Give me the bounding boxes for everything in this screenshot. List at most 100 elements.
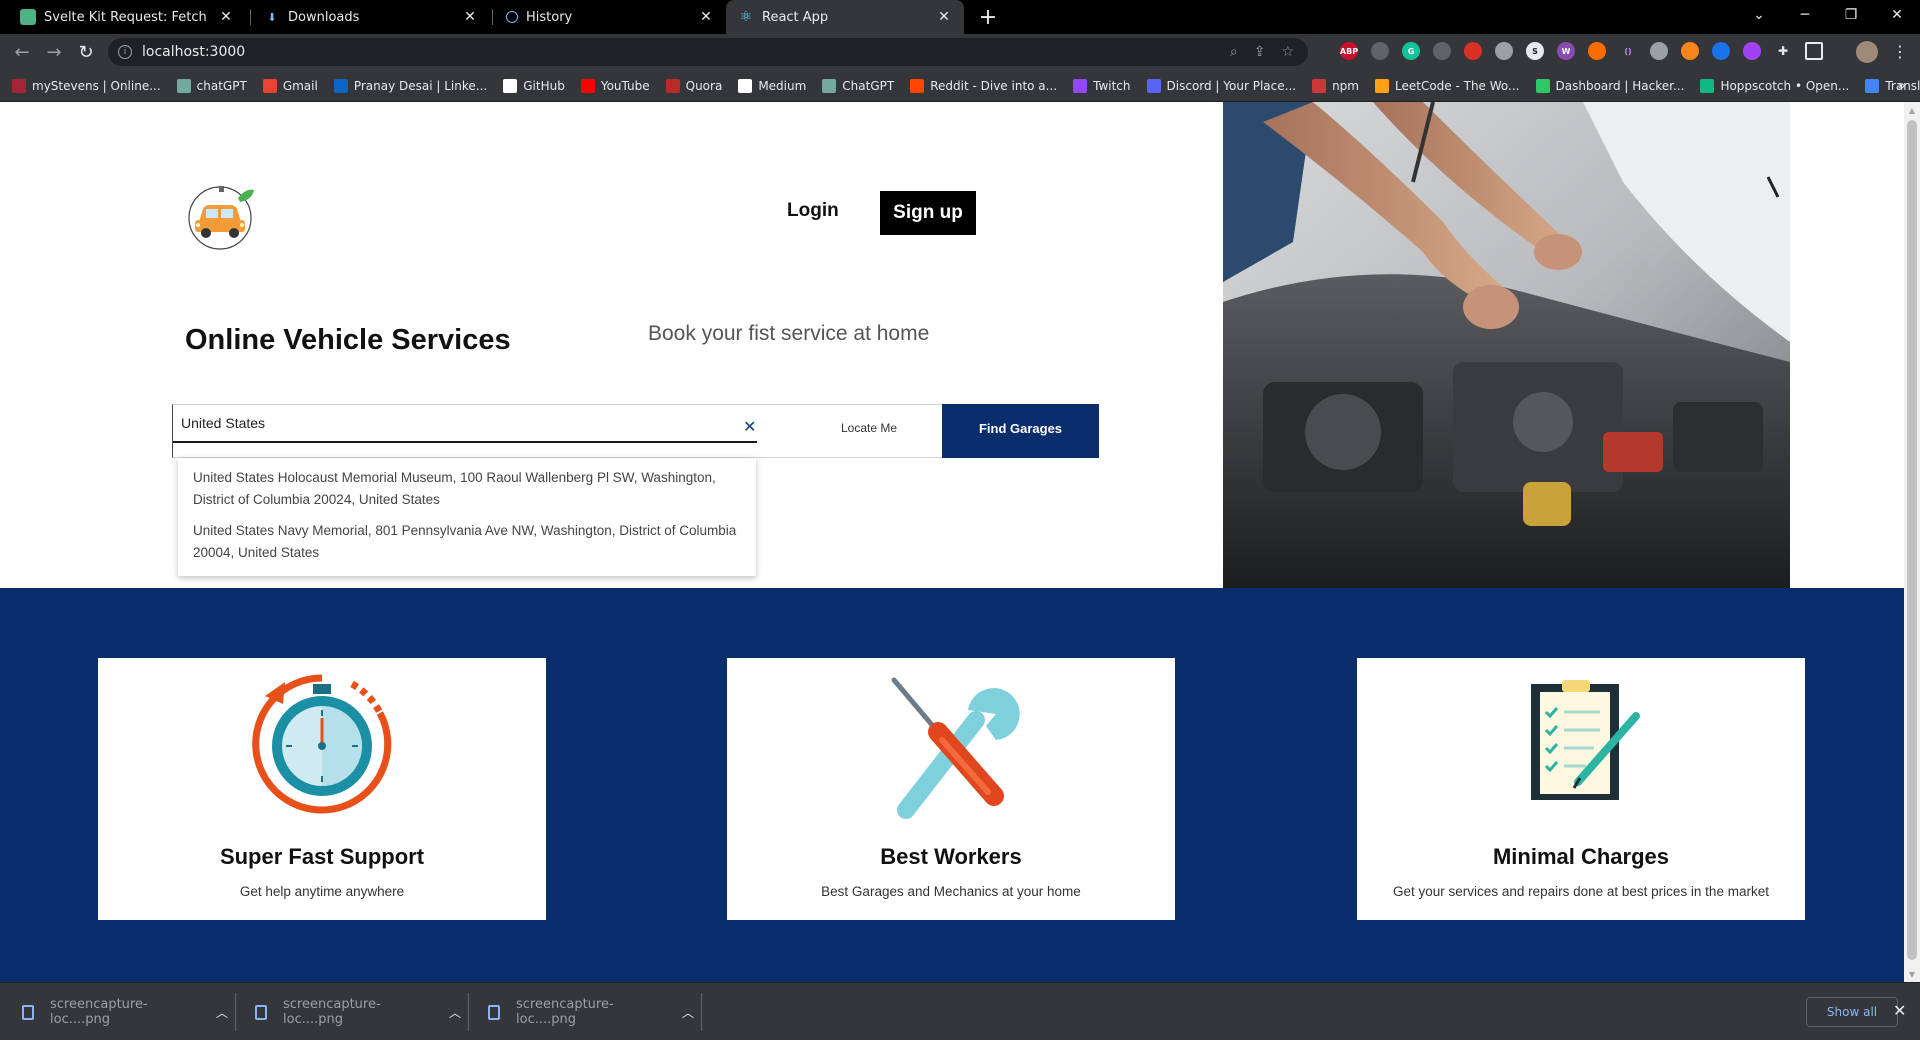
feature-title: Super Fast Support	[219, 844, 425, 869]
pen-icon[interactable]	[1371, 42, 1389, 60]
close-icon[interactable]: ✕	[218, 9, 234, 25]
zoom-icon[interactable]: ⌕	[1230, 44, 1238, 60]
close-icon[interactable]: ✕	[698, 9, 714, 25]
location-search-form: ✕ Locate Me Find Garages	[172, 404, 1099, 458]
file-icon	[488, 1004, 500, 1020]
extension-icon[interactable]	[1433, 42, 1451, 60]
page-scrollbar[interactable]: ▲ ▼	[1904, 102, 1920, 982]
tab-title: History	[526, 9, 573, 25]
bookmark-item[interactable]: LeetCode - The Wo...	[1375, 78, 1520, 93]
extension-icon[interactable]: W	[1557, 42, 1575, 60]
location-search-input[interactable]	[173, 405, 757, 443]
login-link[interactable]: Login	[787, 200, 839, 222]
bookmark-favicon-icon	[12, 78, 26, 93]
tab-history[interactable]: History ✕	[494, 0, 726, 34]
bookmark-item[interactable]: myStevens | Online...	[12, 78, 161, 93]
bookmark-item[interactable]: ChatGPT	[822, 78, 894, 93]
bookmarks-overflow-icon[interactable]: »	[1897, 78, 1906, 94]
bookmark-item[interactable]: Quora	[665, 78, 722, 93]
bookmark-favicon-icon	[503, 78, 518, 93]
signup-button[interactable]: Sign up	[880, 191, 976, 235]
feature-title: Minimal Charges	[1492, 844, 1670, 869]
grammarly-icon[interactable]: G	[1402, 42, 1420, 60]
new-tab-button[interactable]: +	[976, 5, 1000, 30]
metamask-icon[interactable]	[1681, 42, 1699, 60]
adblock-icon[interactable]: ABP	[1340, 42, 1358, 60]
bookmark-item[interactable]: Gmail	[262, 78, 318, 93]
extension-icon[interactable]: ()	[1619, 42, 1637, 60]
bookmark-label: npm	[1332, 78, 1359, 93]
back-icon[interactable]: ←	[10, 40, 34, 64]
chevron-up-icon[interactable]: ︿	[449, 1004, 461, 1021]
address-bar[interactable]: i localhost:3000 ⌕ ⇪ ☆	[108, 38, 1308, 66]
tagline: Book your fist service at home	[648, 322, 930, 345]
bookmark-favicon-icon	[1700, 78, 1715, 93]
extension-icon[interactable]	[1650, 42, 1668, 60]
download-item[interactable]: screencapture-loc....png ︿	[22, 983, 228, 1040]
minimize-button[interactable]: ─	[1782, 0, 1828, 30]
find-garages-button[interactable]: Find Garages	[942, 404, 1099, 458]
autocomplete-dropdown: United States Holocaust Memorial Museum,…	[178, 458, 756, 576]
extension-icon[interactable]	[1588, 42, 1606, 60]
bookmark-label: GitHub	[523, 78, 565, 93]
menu-icon[interactable]: ⋮	[1892, 42, 1908, 61]
side-panel-icon[interactable]	[1805, 42, 1823, 60]
bookmark-item[interactable]: Translate	[1865, 78, 1920, 93]
bookmark-item[interactable]: Reddit - Dive into a...	[910, 78, 1057, 93]
bookmarks-bar: myStevens | Online... chatGPT Gmail Pranay …	[0, 70, 1920, 102]
chevron-up-icon[interactable]: ︿	[216, 1004, 228, 1021]
chevron-up-icon[interactable]: ︿	[682, 1004, 694, 1021]
bookmark-item[interactable]: Medium	[738, 78, 806, 93]
bookmark-item[interactable]: Twitch	[1073, 78, 1131, 93]
reload-icon[interactable]: ↻	[74, 40, 98, 64]
tab-search-icon[interactable]: ⌄	[1736, 0, 1782, 30]
extension-icon[interactable]	[1743, 42, 1761, 60]
close-icon[interactable]: ✕	[462, 9, 478, 25]
puzzle-icon[interactable]: ✚	[1774, 42, 1792, 60]
bookmark-item[interactable]: Dashboard | Hacker...	[1535, 78, 1684, 93]
bookmark-item[interactable]: Hoppscotch • Open...	[1700, 78, 1849, 93]
tab-svelte-kit[interactable]: Svelte Kit Request: Fetch ✕	[8, 0, 246, 34]
scrollbar-thumb[interactable]	[1907, 120, 1917, 960]
bookmark-label: Pranay Desai | Linke...	[353, 78, 488, 93]
extension-icon[interactable]: S	[1526, 42, 1544, 60]
bookmark-item[interactable]: npm	[1312, 78, 1359, 93]
share-icon[interactable]: ⇪	[1254, 44, 1266, 60]
bookmark-favicon-icon	[176, 78, 191, 93]
bookmark-item[interactable]: chatGPT	[176, 78, 247, 93]
window-close-button[interactable]: ✕	[1874, 0, 1920, 30]
stopwatch-icon	[252, 674, 392, 814]
scroll-up-icon[interactable]: ▲	[1904, 102, 1920, 118]
bookmark-favicon-icon	[1073, 78, 1088, 93]
locate-me-button[interactable]: Locate Me	[841, 421, 897, 435]
bookmark-item[interactable]: Discord | Your Place...	[1146, 78, 1296, 93]
extension-icon[interactable]	[1464, 42, 1482, 60]
suggestion-item[interactable]: United States Navy Memorial, 801 Pennsyl…	[178, 517, 756, 570]
download-item[interactable]: screencapture-loc....png ︿	[255, 983, 461, 1040]
bookmark-item[interactable]: Pranay Desai | Linke...	[333, 78, 488, 93]
info-icon[interactable]: i	[118, 45, 132, 59]
feature-description: Get your services and repairs done at be…	[1393, 884, 1769, 899]
close-icon[interactable]: ✕	[1893, 1001, 1906, 1020]
tab-react-app[interactable]: ⚛ React App ✕	[726, 0, 964, 34]
tab-title: Svelte Kit Request: Fetch	[44, 9, 207, 25]
bookmark-favicon-icon	[738, 78, 753, 93]
extension-icon[interactable]	[1712, 42, 1730, 60]
close-icon[interactable]: ✕	[936, 9, 952, 25]
clear-icon[interactable]: ✕	[743, 417, 756, 436]
suggestion-item[interactable]: United States Holocaust Memorial Museum,…	[178, 464, 756, 517]
forward-icon[interactable]: →	[42, 40, 66, 64]
bookmark-label: Gmail	[282, 78, 318, 93]
tab-downloads[interactable]: ⬇ Downloads ✕	[252, 0, 490, 34]
bookmark-item[interactable]: GitHub	[503, 78, 565, 93]
scroll-down-icon[interactable]: ▼	[1904, 966, 1920, 982]
bookmark-item[interactable]: YouTube	[580, 78, 650, 93]
camera-icon[interactable]	[1495, 42, 1513, 60]
restore-button[interactable]: ❐	[1828, 0, 1874, 30]
bookmark-star-icon[interactable]: ☆	[1281, 44, 1294, 60]
feature-title: Best Workers	[880, 844, 1022, 869]
avatar[interactable]	[1856, 41, 1878, 63]
download-item[interactable]: screencapture-loc....png ︿	[488, 983, 694, 1040]
show-all-button[interactable]: Show all	[1806, 997, 1898, 1027]
bookmark-favicon-icon	[580, 78, 595, 93]
